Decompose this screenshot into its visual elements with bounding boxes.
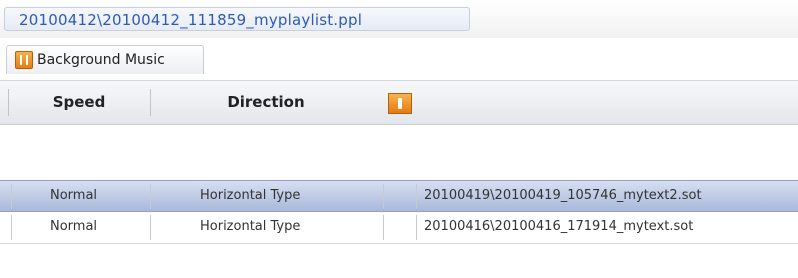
column-toolbar: Speed Direction (0, 80, 798, 125)
tab-label: Background Music (37, 52, 165, 68)
orange-toggle-icon[interactable] (388, 93, 412, 114)
cell-divider (383, 215, 384, 240)
table-row[interactable]: Normal Horizontal Type 20100419\20100419… (0, 180, 798, 212)
cell-divider (11, 184, 12, 209)
direction-cell: Horizontal Type (200, 188, 301, 203)
direction-column-header[interactable]: Direction (151, 81, 381, 124)
tab-background-music[interactable]: Background Music (6, 45, 204, 74)
cell-divider (150, 215, 151, 240)
playlist-title[interactable]: 20100412\20100412_111859_myplaylist.ppl (4, 7, 470, 31)
cell-divider (416, 215, 417, 240)
file-cell: 20100416\20100416_171914_mytext.sot (424, 219, 694, 234)
speed-cell: Normal (50, 219, 98, 234)
direction-cell: Horizontal Type (200, 219, 301, 234)
cell-divider (150, 184, 151, 209)
title-bar: 20100412\20100412_111859_myplaylist.ppl (0, 0, 798, 38)
cell-divider (383, 184, 384, 209)
speed-column-header[interactable]: Speed (9, 81, 149, 124)
speed-cell: Normal (50, 188, 98, 203)
cell-divider (11, 215, 12, 240)
tab-bar: Background Music (0, 38, 798, 80)
cell-divider (416, 184, 417, 209)
music-icon (15, 51, 33, 69)
file-list: Normal Horizontal Type 20100419\20100419… (0, 180, 798, 244)
table-row[interactable]: Normal Horizontal Type 20100416\20100416… (0, 212, 798, 244)
file-cell: 20100419\20100419_105746_mytext2.sot (424, 188, 702, 203)
